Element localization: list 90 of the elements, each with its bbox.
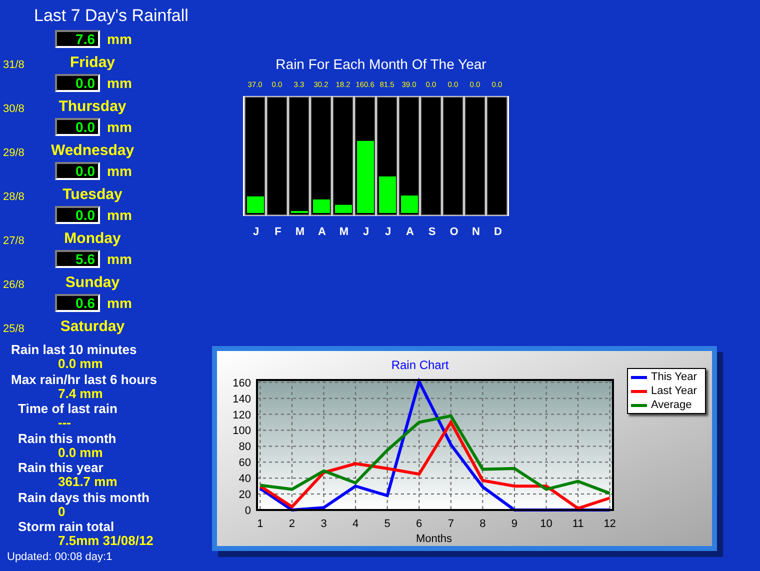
x-tick-label: 8	[480, 518, 486, 530]
day-name: Sunday	[65, 273, 120, 293]
stat-label: Max rain/hr last 6 hours	[10, 372, 157, 386]
date-label: 29/8	[3, 147, 24, 159]
rain-value-display: 0.0	[55, 162, 100, 180]
unit-label: mm	[107, 162, 132, 180]
legend-label: This Year	[651, 370, 697, 384]
stat-label: Time of last rain	[17, 401, 118, 416]
stat-value: 7.5mm 31/08/12	[57, 534, 154, 548]
x-tick-label: 10	[540, 518, 552, 530]
date-label: 28/8	[3, 191, 24, 203]
month-label: D	[494, 226, 502, 238]
month-label: F	[274, 226, 282, 238]
date-label: 30/8	[3, 103, 24, 115]
date-label: 27/8	[3, 235, 24, 247]
rain-value-display: 5.6	[55, 250, 100, 268]
unit-label: mm	[107, 206, 132, 224]
rain-value-display: 0.0	[55, 118, 100, 136]
day-name: Thursday	[58, 97, 126, 117]
stat-value: 7.4 mm	[57, 386, 103, 401]
stat-value: 0.0 mm	[57, 357, 103, 372]
rain-value-display: 0.0	[55, 74, 100, 92]
updated-text: Updated: 00:08 day:1	[6, 550, 112, 564]
bar	[401, 196, 418, 213]
x-tick-label: 6	[416, 518, 422, 530]
stat-label: Rain this year	[17, 460, 104, 475]
bar	[313, 199, 330, 213]
rain-value-display: 0.6	[55, 294, 100, 312]
stat-label: Rain this month	[17, 430, 116, 446]
legend-swatch	[631, 404, 647, 406]
axis-title: Months	[416, 533, 452, 545]
legend-label: Last Year	[651, 384, 697, 398]
unit-label: mm	[107, 118, 132, 136]
month-label: M	[295, 226, 305, 238]
bar	[379, 176, 396, 213]
x-tick-label: 2	[288, 518, 296, 530]
month-label: J	[384, 226, 392, 238]
month-label: A	[318, 226, 326, 238]
x-tick-label: 7	[448, 518, 454, 530]
stat-value: 0.0 mm	[57, 446, 103, 460]
y-tick-label: 60	[238, 457, 251, 470]
stat-value: ---	[57, 416, 71, 430]
month-label: J	[362, 226, 370, 238]
month-label: N	[472, 226, 480, 238]
page-title: Last 7 Day's Rainfall	[34, 6, 188, 26]
rain-value-display: 7.6	[55, 30, 100, 48]
day-name: Wednesday	[50, 141, 134, 161]
chart-title: Rain For Each Month Of The Year	[276, 55, 486, 73]
date-label: 25/8	[3, 323, 24, 335]
stat-label: Rain days this month	[17, 490, 150, 504]
day-name: Monday	[64, 229, 121, 249]
day-name: Saturday	[60, 317, 125, 337]
date-label: 31/8	[3, 59, 24, 71]
stat-label: Storm rain total	[17, 519, 114, 534]
day-name: Friday	[70, 53, 115, 73]
y-tick-label: 20	[238, 489, 251, 502]
month-label: M	[339, 226, 349, 238]
x-tick-label: 9	[511, 518, 518, 530]
legend-swatch	[631, 390, 647, 392]
day-name: Tuesday	[62, 185, 122, 205]
y-tick-label: 160	[232, 377, 251, 390]
stat-label: Rain last 10 minutes	[10, 342, 137, 357]
unit-label: mm	[107, 30, 132, 48]
stat-value: 361.7 mm	[57, 475, 118, 490]
x-tick-label: 3	[320, 518, 327, 530]
month-label: J	[252, 226, 260, 238]
legend-swatch	[631, 376, 647, 378]
x-tick-label: 4	[352, 518, 359, 530]
legend-label: Average	[651, 398, 692, 412]
x-tick-label: 1	[257, 518, 264, 530]
y-tick-label: 100	[232, 425, 251, 438]
x-tick-label: 5	[384, 518, 390, 530]
month-label: A	[406, 226, 414, 238]
x-tick-label: 12	[604, 518, 616, 530]
date-label: 26/8	[3, 279, 24, 291]
y-tick-label: 40	[238, 473, 251, 486]
y-tick-label: 120	[232, 409, 251, 422]
month-label: O	[450, 226, 458, 238]
chart-title: Rain Chart	[391, 358, 449, 372]
unit-label: mm	[107, 74, 132, 92]
x-tick-label: 11	[572, 518, 584, 530]
rain-value-display: 0.0	[55, 206, 100, 224]
stat-value: 0	[58, 504, 66, 519]
unit-label: mm	[107, 250, 132, 268]
y-tick-label: 0	[244, 505, 251, 517]
bar	[247, 196, 264, 213]
y-tick-label: 140	[232, 393, 251, 406]
y-tick-label: 80	[238, 441, 251, 454]
unit-label: mm	[107, 294, 132, 312]
month-label: S	[428, 226, 436, 238]
